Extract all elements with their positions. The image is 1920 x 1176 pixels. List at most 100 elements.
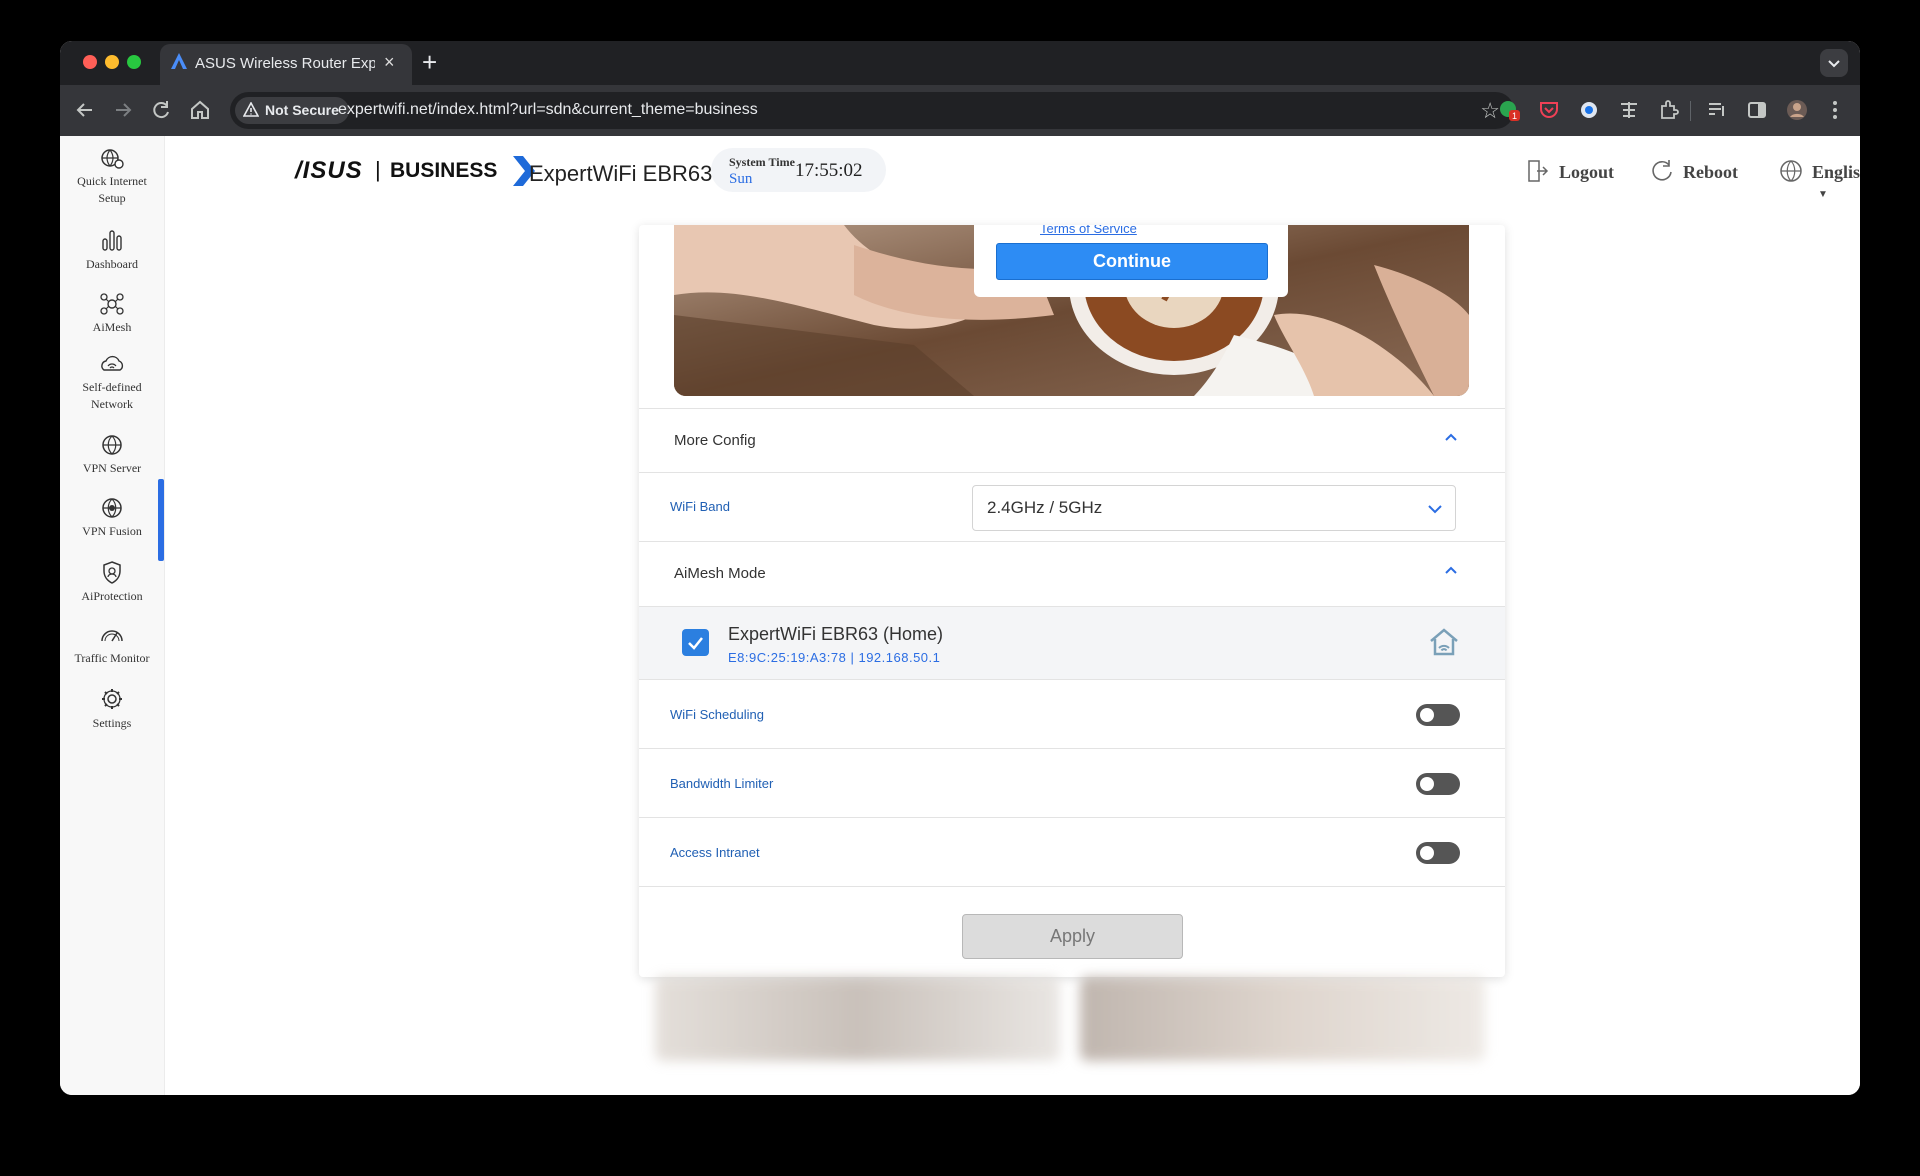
logout-icon: [1528, 160, 1549, 182]
product-name: ExpertWiFi EBR63: [529, 161, 713, 186]
aimesh-node-name: ExpertWiFi EBR63 (Home): [728, 624, 944, 644]
reboot-label: Reboot: [1683, 162, 1738, 182]
gear-icon: [102, 689, 122, 709]
media-queue-icon[interactable]: [1705, 98, 1729, 122]
extension-green-icon[interactable]: 1: [1497, 98, 1521, 122]
sidebar-item-traffic-monitor[interactable]: Traffic Monitor: [60, 623, 164, 667]
wifi-band-select[interactable]: 2.4GHz / 5GHz: [972, 485, 1456, 531]
wifi-scheduling-toggle[interactable]: [1416, 704, 1460, 726]
svg-text:1: 1: [1512, 111, 1517, 121]
tab-bar: ASUS Wireless Router Expert × +: [60, 41, 1860, 85]
password-extension-icon[interactable]: [1577, 98, 1601, 122]
sidebar-active-indicator: [158, 479, 164, 561]
wifi-scheduling-row: WiFi Scheduling: [639, 679, 1505, 749]
browser-window: ASUS Wireless Router Expert × + Not Secu…: [60, 41, 1860, 1095]
captive-portal-popup: Terms of Service Continue: [974, 225, 1288, 297]
wifi-scheduling-label: WiFi Scheduling: [670, 707, 764, 722]
sidebar-item-label: AiMesh: [92, 320, 132, 334]
sidebar-item-dashboard[interactable]: Dashboard: [60, 227, 164, 273]
logo-divider: |: [375, 157, 381, 182]
caret-down-icon: ▼: [1818, 189, 1828, 201]
reload-icon[interactable]: [148, 97, 174, 123]
wifi-band-value: 2.4GHz / 5GHz: [987, 498, 1103, 517]
section-title: More Config: [674, 432, 756, 449]
side-panel-icon[interactable]: [1745, 98, 1769, 122]
main-content: /ISUS | BUSINESS ExpertWiFi EBR63 System…: [165, 136, 1860, 1095]
business-label: BUSINESS: [390, 159, 498, 182]
language-label: English: [1812, 162, 1860, 182]
home-icon[interactable]: [187, 97, 213, 123]
sidebar-item-quick-internet-setup[interactable]: Quick Internet Setup: [60, 146, 164, 207]
asus-wordmark: /ISUS: [295, 157, 363, 184]
puzzle-extensions-icon[interactable]: [1657, 98, 1681, 122]
chevron-up-icon[interactable]: [1443, 562, 1459, 578]
sidebar-item-self-defined-network[interactable]: Self-defined Network: [60, 352, 164, 413]
zoom-window-button[interactable]: [127, 55, 141, 69]
tab-close-icon[interactable]: ×: [384, 52, 395, 73]
access-intranet-row: Access Intranet: [639, 817, 1505, 887]
apply-button[interactable]: Apply: [962, 914, 1183, 959]
globe-icon: [1780, 160, 1802, 182]
url-text[interactable]: expertwifi.net/index.html?url=sdn&curren…: [338, 101, 758, 119]
chevron-down-icon: [1828, 60, 1840, 68]
close-window-button[interactable]: [83, 55, 97, 69]
back-icon[interactable]: [72, 97, 98, 123]
language-selector[interactable]: English ▼: [1780, 160, 1860, 204]
reboot-button[interactable]: Reboot: [1652, 160, 1738, 183]
sidebar-item-label: Settings: [92, 716, 132, 730]
system-time-chip: System Time Sun 17:55:02: [711, 148, 886, 192]
sidebar-item-settings[interactable]: Settings: [60, 686, 164, 732]
mesh-icon: [100, 293, 124, 315]
sidebar-item-vpn-server[interactable]: VPN Server: [60, 433, 164, 477]
chevron-down-icon: [1428, 505, 1442, 514]
forward-icon[interactable]: [110, 97, 136, 123]
bandwidth-limiter-label: Bandwidth Limiter: [670, 776, 774, 791]
wifi-band-row: WiFi Band 2.4GHz / 5GHz: [639, 472, 1505, 542]
security-label: Not Secure: [265, 102, 339, 118]
browser-menu-icon[interactable]: [1823, 98, 1847, 122]
sdn-config-card: Terms of Service Continue More Config Wi…: [639, 225, 1505, 977]
translate-extension-icon[interactable]: [1617, 98, 1641, 122]
sidebar-item-label: Dashboard: [86, 257, 138, 271]
address-bar[interactable]: Not Secure expertwifi.net/index.html?url…: [230, 92, 1514, 129]
aimesh-node-info: E8:9C:25:19:A3:78 | 192.168.50.1: [728, 650, 941, 665]
warning-icon: [243, 102, 259, 117]
captive-portal-preview-image: Terms of Service Continue: [674, 225, 1469, 396]
terms-of-service-link[interactable]: Terms of Service: [1040, 225, 1137, 236]
browser-tab[interactable]: ASUS Wireless Router Expert ×: [160, 44, 412, 85]
new-tab-button[interactable]: +: [422, 47, 437, 78]
sidebar-item-label: Quick Internet: [77, 174, 147, 188]
more-config-header[interactable]: More Config: [639, 408, 1505, 473]
home-router-icon: [1430, 628, 1458, 656]
tab-search-button[interactable]: [1820, 49, 1848, 77]
sidebar-item-label-2: Network: [91, 397, 133, 411]
divider: [639, 886, 1505, 888]
sidebar-item-label-2: Setup: [98, 191, 126, 205]
sidebar-item-vpn-fusion[interactable]: VPN Fusion: [60, 496, 164, 540]
profile-avatar-icon[interactable]: [1785, 98, 1809, 122]
chevron-up-icon[interactable]: [1443, 429, 1459, 445]
aimesh-node-checkbox[interactable]: [682, 629, 709, 656]
pocket-icon[interactable]: [1537, 98, 1561, 122]
logout-label: Logout: [1559, 162, 1615, 182]
aimesh-mode-header[interactable]: AiMesh Mode: [639, 541, 1505, 607]
shield-icon: [103, 561, 121, 584]
sidebar-item-label: AiProtection: [81, 589, 143, 603]
sidebar-item-aiprotection[interactable]: AiProtection: [60, 559, 164, 605]
system-day: Sun: [729, 171, 753, 187]
aimesh-node-row: ExpertWiFi EBR63 (Home) E8:9C:25:19:A3:7…: [639, 606, 1505, 680]
browser-toolbar: Not Secure expertwifi.net/index.html?url…: [60, 85, 1860, 136]
bandwidth-limiter-toggle[interactable]: [1416, 773, 1460, 795]
bandwidth-limiter-row: Bandwidth Limiter: [639, 748, 1505, 818]
reboot-icon: [1652, 160, 1672, 181]
minimize-window-button[interactable]: [105, 55, 119, 69]
continue-button[interactable]: Continue: [996, 243, 1268, 280]
gauge-icon: [101, 630, 123, 642]
sidebar-item-aimesh[interactable]: AiMesh: [60, 292, 164, 336]
sidebar-item-label: Traffic Monitor: [74, 651, 150, 665]
security-chip[interactable]: Not Secure: [235, 97, 349, 124]
sidebar-item-label: VPN Fusion: [82, 524, 142, 538]
background-card-blur: [1080, 977, 1485, 1061]
access-intranet-toggle[interactable]: [1416, 842, 1460, 864]
logout-button[interactable]: Logout: [1528, 160, 1615, 183]
